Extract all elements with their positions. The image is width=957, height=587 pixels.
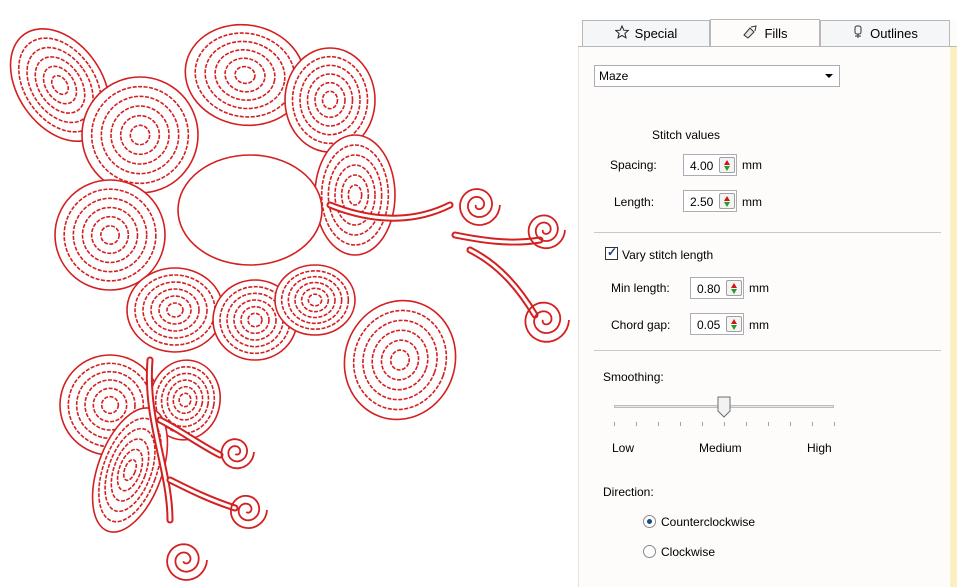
smoothing-medium-label: Medium (699, 441, 742, 455)
slider-tick (768, 422, 769, 426)
spacing-label: Spacing: (610, 158, 657, 172)
tab-special-label: Special (634, 26, 678, 41)
spin-down-icon (724, 166, 730, 171)
tab-fills-label: Fills (764, 26, 788, 41)
spin-up-icon (724, 196, 730, 201)
vary-stitch-length-checkbox[interactable]: ✓ (605, 245, 618, 260)
tab-outlines-label: Outlines (870, 26, 918, 41)
clockwise-radio[interactable] (643, 545, 656, 558)
clockwise-label: Clockwise (661, 545, 716, 559)
min-length-spinner[interactable] (726, 280, 742, 296)
slider-tick (834, 422, 835, 426)
slider-tick (658, 422, 659, 426)
star-icon (614, 24, 630, 42)
tab-strip: Special Fills Outlines (578, 0, 957, 48)
slider-tick (790, 422, 791, 426)
stem-inner (168, 478, 237, 510)
maze-lobe (274, 264, 356, 336)
tab-fills[interactable]: Fills (710, 19, 820, 47)
spiral (527, 214, 566, 250)
smoothing-high-label: High (807, 441, 832, 455)
spin-down-icon (731, 289, 737, 294)
separator (594, 350, 941, 351)
tab-special[interactable]: Special (582, 20, 710, 46)
smoothing-slider-thumb[interactable] (717, 396, 731, 418)
slider-tick (702, 422, 703, 426)
min-length-label: Min length: (611, 281, 670, 295)
fill-brush-icon (742, 25, 758, 42)
spin-up-icon (731, 319, 737, 324)
length-spinner[interactable] (719, 193, 735, 209)
spacing-spinner[interactable] (719, 157, 735, 173)
tab-outlines[interactable]: Outlines (820, 20, 950, 46)
tab-strip-top (578, 0, 957, 20)
spin-down-icon (731, 325, 737, 330)
slider-tick (614, 422, 615, 426)
checkmark-icon: ✓ (607, 245, 618, 259)
slider-tick (636, 422, 637, 426)
maze-lobe (81, 76, 199, 194)
min-length-unit: mm (749, 281, 769, 295)
smoothing-low-label: Low (612, 441, 635, 455)
maze-fill-embroidery-design (9, 23, 570, 581)
panel-edge (950, 47, 957, 587)
spiral (459, 188, 501, 226)
vary-stitch-length-label: Vary stitch length (622, 248, 714, 262)
spacing-value: 4.00 (690, 159, 714, 173)
stitch-values-heading: Stitch values (652, 128, 721, 142)
fill-type-value: Maze (599, 69, 629, 83)
object-properties-panel: Special Fills Outlines Maze Stitch value… (578, 0, 957, 587)
length-value: 2.50 (690, 195, 714, 209)
slider-tick (680, 422, 681, 426)
spacing-unit: mm (742, 158, 762, 172)
chord-gap-unit: mm (749, 318, 769, 332)
maze-lobe (314, 134, 396, 256)
fills-tab-content (578, 47, 957, 587)
slider-tick (746, 422, 747, 426)
spacing-input[interactable]: 4.00 (683, 154, 737, 176)
chevron-down-icon (825, 74, 833, 78)
separator (594, 232, 941, 233)
min-length-input[interactable]: 0.80 (690, 277, 744, 299)
design-canvas[interactable] (0, 0, 575, 587)
chord-gap-input[interactable]: 0.05 (690, 313, 744, 335)
chord-gap-value: 0.05 (697, 318, 721, 332)
chord-gap-spinner[interactable] (726, 316, 742, 332)
length-unit: mm (742, 195, 762, 209)
smoothing-label: Smoothing: (603, 370, 664, 384)
spin-up-icon (724, 160, 730, 165)
slider-tick (812, 422, 813, 426)
maze-lobe (126, 267, 224, 353)
maze-lobe (54, 179, 166, 291)
spin-down-icon (724, 202, 730, 207)
counterclockwise-radio[interactable] (643, 515, 656, 528)
center-opening (177, 154, 323, 266)
stem (466, 246, 539, 319)
min-length-value: 0.80 (697, 282, 721, 296)
spin-up-icon (731, 283, 737, 288)
spiral (229, 495, 268, 530)
counterclockwise-label: Counterclockwise (661, 515, 756, 529)
length-label: Length: (614, 195, 655, 209)
length-input[interactable]: 2.50 (683, 190, 737, 212)
outline-pen-icon (852, 25, 864, 42)
fill-type-select[interactable]: Maze (594, 65, 840, 87)
direction-label: Direction: (603, 485, 654, 499)
spiral (220, 438, 255, 470)
slider-tick (724, 422, 725, 426)
chord-gap-label: Chord gap: (611, 318, 671, 332)
spiral (166, 543, 208, 581)
